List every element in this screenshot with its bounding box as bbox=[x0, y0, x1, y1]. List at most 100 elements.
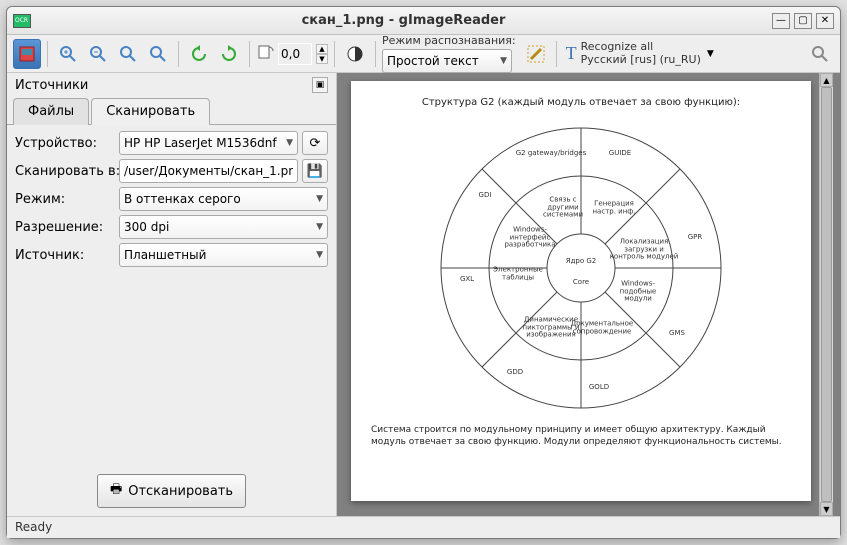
device-label: Устройство: bbox=[15, 136, 115, 151]
scanto-field[interactable]: /user/Документы/скан_1.png bbox=[119, 159, 298, 183]
recognition-mode-group: Режим распознавания: Простой текст ▼ bbox=[382, 34, 516, 73]
inner-nw: Windows-интерфейс разработчика bbox=[495, 226, 565, 249]
inner-ne: Генерация настр. инф. bbox=[584, 200, 644, 215]
tab-scan[interactable]: Сканировать bbox=[91, 98, 210, 125]
sources-title: Источники bbox=[15, 78, 88, 93]
chevron-down-icon: ▼ bbox=[286, 138, 293, 148]
text-icon: T bbox=[566, 43, 577, 64]
source-tabs: Файлы Сканировать bbox=[7, 97, 336, 125]
chevron-down-icon: ▼ bbox=[316, 222, 323, 232]
recognition-mode-label: Режим распознавания: bbox=[382, 34, 516, 47]
device-combo[interactable]: HP HP LaserJet M1536dnf ▼ bbox=[119, 131, 298, 155]
rotation-group: ▲ ▼ bbox=[256, 43, 328, 65]
contrast-icon bbox=[346, 45, 364, 63]
status-bar: Ready bbox=[7, 516, 840, 538]
rotation-step-down[interactable]: ▼ bbox=[316, 54, 328, 64]
outer-s: GOLD bbox=[589, 384, 609, 392]
zoom-fit-button[interactable] bbox=[144, 39, 172, 69]
outer-w: GXL bbox=[460, 276, 474, 284]
close-window-button[interactable]: ✕ bbox=[816, 13, 834, 29]
chevron-down-icon: ▼ bbox=[316, 194, 323, 204]
color-mode-combo[interactable]: В оттенках серого ▼ bbox=[119, 187, 328, 211]
chevron-down-icon: ▼ bbox=[316, 250, 323, 260]
zoom-out-icon bbox=[89, 45, 107, 63]
minimize-button[interactable]: — bbox=[772, 13, 790, 29]
rotation-step-up[interactable]: ▲ bbox=[316, 44, 328, 54]
sources-icon bbox=[18, 45, 36, 63]
window-title: скан_1.png - gImageReader bbox=[39, 13, 768, 28]
rotate-left-icon bbox=[190, 45, 208, 63]
source-label: Источник: bbox=[15, 248, 115, 263]
scroll-up-button[interactable]: ▲ bbox=[820, 73, 833, 87]
gear-icon bbox=[811, 45, 829, 63]
rotate-right-button[interactable] bbox=[215, 39, 243, 69]
zoom-original-icon bbox=[119, 45, 137, 63]
mode-label: Режим: bbox=[15, 192, 115, 207]
inner-se: Windows-подобные модули bbox=[605, 280, 671, 303]
preferences-button[interactable] bbox=[806, 39, 834, 69]
inner-w: Электронные таблицы bbox=[485, 266, 551, 281]
vertical-scrollbar[interactable]: ▲ ▼ bbox=[819, 73, 833, 516]
zoom-in-button[interactable] bbox=[54, 39, 82, 69]
sources-sidebar: Источники ▣ Файлы Сканировать Устройство… bbox=[7, 73, 337, 516]
resolution-value: 300 dpi bbox=[124, 220, 312, 234]
device-value: HP HP LaserJet M1536dnf bbox=[124, 136, 282, 150]
doc-heading: Структура G2 (каждый модуль отвечает за … bbox=[371, 97, 791, 108]
recognition-mode-value: Простой текст bbox=[387, 54, 479, 68]
recognize-button[interactable]: T Recognize all Русский [rus] (ru_RU) ▼ bbox=[563, 37, 717, 71]
doc-diagram: Ядро G2 Core G2 gateway/bridges GUIDE GP… bbox=[431, 118, 731, 418]
save-icon: 💾 bbox=[307, 164, 323, 179]
color-mode-value: В оттенках серого bbox=[124, 192, 312, 206]
sidebar-close-button[interactable]: ▣ bbox=[312, 77, 328, 93]
document-viewer[interactable]: Структура G2 (каждый модуль отвечает за … bbox=[337, 73, 840, 516]
resolution-combo[interactable]: 300 dpi ▼ bbox=[119, 215, 328, 239]
document-page: Структура G2 (каждый модуль отвечает за … bbox=[351, 81, 811, 501]
zoom-out-button[interactable] bbox=[84, 39, 112, 69]
brightness-contrast-button[interactable] bbox=[341, 39, 369, 69]
rotation-input[interactable] bbox=[278, 43, 312, 65]
scanto-label: Сканировать в: bbox=[15, 164, 115, 179]
scan-button[interactable]: 🖶 Отсканировать bbox=[97, 474, 246, 508]
zoom-in-icon bbox=[59, 45, 77, 63]
zoom-fit-icon bbox=[149, 45, 167, 63]
chevron-down-icon: ▼ bbox=[500, 56, 507, 66]
outer-nright: GUIDE bbox=[609, 150, 631, 158]
browse-output-button[interactable]: 💾 bbox=[302, 159, 328, 183]
scan-source-combo[interactable]: Планшетный ▼ bbox=[119, 243, 328, 267]
scroll-down-button[interactable]: ▼ bbox=[820, 502, 833, 516]
scanner-icon: 🖶 bbox=[110, 480, 122, 502]
outer-nw: GDI bbox=[479, 192, 492, 200]
zoom-original-button[interactable] bbox=[114, 39, 142, 69]
scroll-thumb[interactable] bbox=[821, 87, 832, 502]
autodetect-layout-button[interactable] bbox=[522, 39, 550, 69]
toolbar: ▲ ▼ Режим распознавания: Простой текст ▼… bbox=[7, 35, 840, 73]
body: Источники ▣ Файлы Сканировать Устройство… bbox=[7, 73, 840, 516]
scanto-value: /user/Документы/скан_1.png bbox=[124, 164, 293, 178]
outer-sw: GDD bbox=[507, 369, 523, 377]
recognize-label: Recognize all bbox=[581, 41, 654, 53]
doc-core2: Core bbox=[573, 279, 589, 287]
outer-se: GMS bbox=[669, 330, 685, 338]
inner-e: Локализация загрузки и контроль модулей bbox=[609, 238, 679, 261]
separator bbox=[556, 41, 557, 67]
app-window: скан_1.png - gImageReader — ▢ ✕ bbox=[6, 6, 841, 539]
rotate-left-button[interactable] bbox=[185, 39, 213, 69]
refresh-icon: ⟳ bbox=[310, 136, 321, 151]
recognition-mode-combo[interactable]: Простой текст ▼ bbox=[382, 49, 512, 73]
scroll-track[interactable] bbox=[820, 87, 833, 502]
tab-files[interactable]: Файлы bbox=[13, 98, 89, 125]
separator bbox=[249, 41, 250, 67]
inner-sl: Динамические пиктограммы и изображения bbox=[516, 316, 586, 339]
rotate-right-icon bbox=[220, 45, 238, 63]
outer-e: GPR bbox=[688, 234, 703, 242]
sources-panel-toggle[interactable] bbox=[13, 39, 41, 69]
scan-source-value: Планшетный bbox=[124, 248, 312, 262]
separator bbox=[178, 41, 179, 67]
maximize-button[interactable]: ▢ bbox=[794, 13, 812, 29]
app-icon bbox=[13, 14, 31, 28]
page-rotate-icon bbox=[256, 43, 274, 65]
refresh-devices-button[interactable]: ⟳ bbox=[302, 131, 328, 155]
wand-icon bbox=[525, 43, 547, 65]
titlebar: скан_1.png - gImageReader — ▢ ✕ bbox=[7, 7, 840, 35]
separator bbox=[334, 41, 335, 67]
